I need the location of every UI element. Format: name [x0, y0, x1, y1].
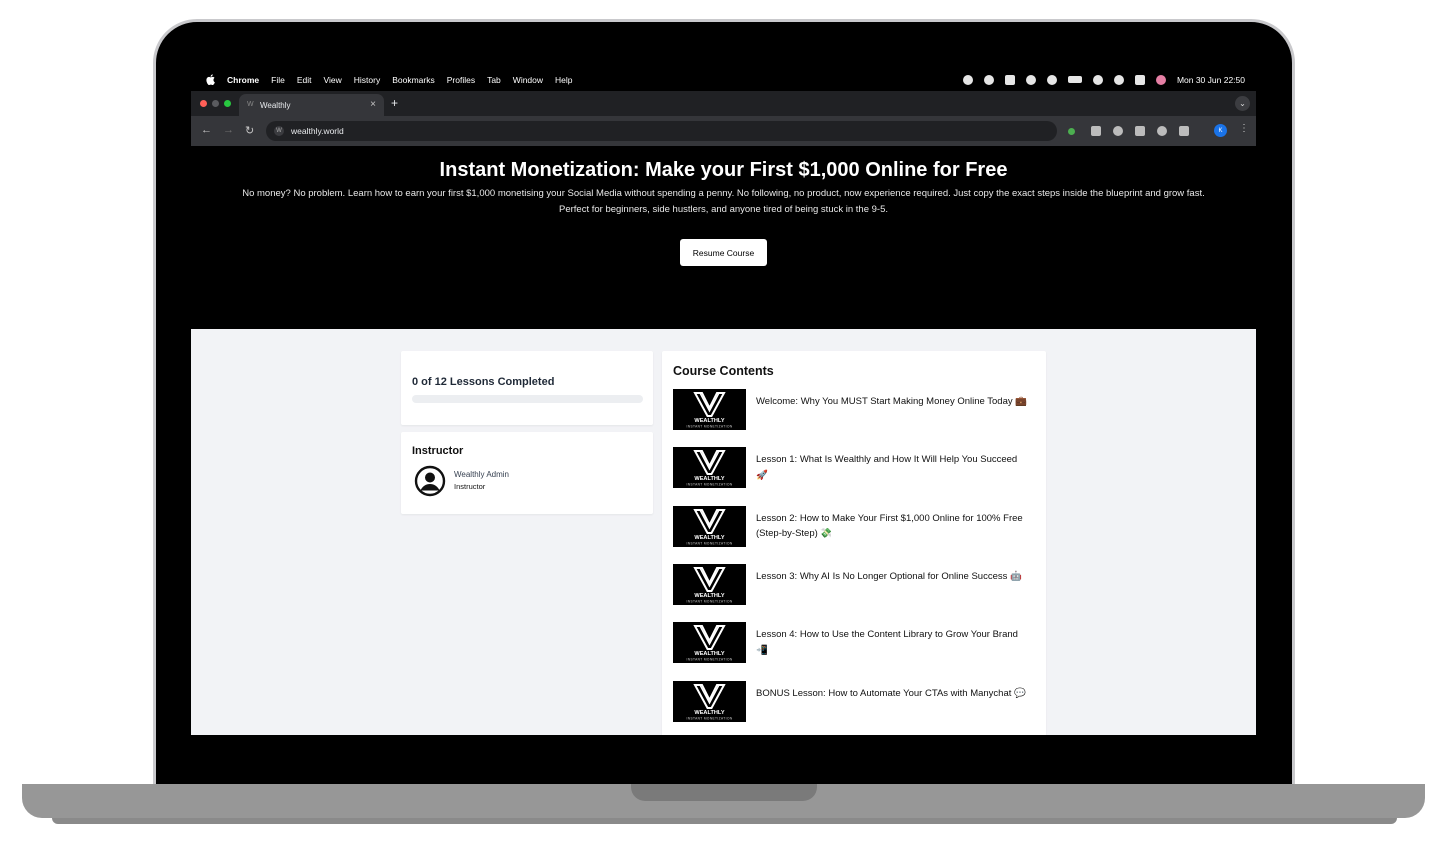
menu-app-name[interactable]: Chrome — [227, 75, 259, 85]
siri-icon[interactable] — [1155, 74, 1166, 85]
apple-icon[interactable] — [203, 73, 217, 87]
extension-icon-4[interactable] — [1135, 126, 1145, 136]
menu-profiles[interactable]: Profiles — [447, 75, 475, 85]
thumb-brand: WEALTHLY — [694, 710, 724, 716]
extension-icon-3[interactable] — [1113, 126, 1123, 136]
lesson-title[interactable]: Lesson 3: Why AI Is No Longer Optional f… — [756, 569, 1031, 585]
thumb-brand: WEALTHLY — [694, 593, 724, 599]
volume-icon[interactable] — [1004, 74, 1015, 85]
tab-search-icon[interactable]: ⌄ — [1235, 96, 1250, 111]
instructor-heading: Instructor — [412, 445, 464, 457]
laptop-notch — [631, 784, 817, 801]
course-hero: Instant Monetization: Make your First $1… — [191, 146, 1256, 329]
course-title: Instant Monetization: Make your First $1… — [439, 159, 1008, 181]
progress-label: 0 of 12 Lessons Completed — [412, 376, 555, 388]
screen: Chrome File Edit View History Bookmarks … — [191, 68, 1256, 735]
tab-title: Wealthly — [260, 100, 291, 110]
thumb-brand: WEALTHLY — [694, 476, 724, 482]
lesson-thumbnail[interactable]: WEALTHLY INSTANT MONETIZATION — [673, 505, 746, 547]
lesson-item[interactable]: WEALTHLY INSTANT MONETIZATION Lesson 1: Wh… — [673, 447, 1033, 489]
control-center-icon[interactable] — [1134, 74, 1145, 85]
grammarly-icon[interactable] — [962, 74, 973, 85]
menu-edit[interactable]: Edit — [297, 75, 312, 85]
progress-card: 0 of 12 Lessons Completed — [401, 351, 653, 425]
instructor-name[interactable]: Wealthly Admin — [454, 470, 509, 479]
window-minimize-icon[interactable] — [212, 100, 219, 107]
instructor-avatar-icon — [414, 465, 446, 497]
menu-history[interactable]: History — [354, 75, 380, 85]
thumb-subtitle: INSTANT MONETIZATION — [686, 658, 732, 662]
thumb-brand: WEALTHLY — [694, 418, 724, 424]
spotlight-icon[interactable] — [1113, 74, 1124, 85]
wealthly-favicon-icon: W — [247, 101, 254, 108]
sync-icon[interactable] — [1025, 74, 1036, 85]
address-bar[interactable]: W wealthly.world — [266, 121, 1057, 141]
browser-tab[interactable]: W Wealthly × — [239, 94, 384, 116]
course-description: No money? No problem. Learn how to earn … — [242, 188, 1205, 215]
lesson-item[interactable]: WEALTHLY INSTANT MONETIZATION Lesson 3: Wh… — [673, 563, 1033, 606]
menu-help[interactable]: Help — [555, 75, 572, 85]
arc-icon[interactable] — [983, 74, 994, 85]
lesson-thumbnail[interactable]: WEALTHLY INSTANT MONETIZATION — [673, 389, 746, 430]
lesson-item[interactable]: WEALTHLY INSTANT MONETIZATION Welcome: Why… — [673, 389, 1033, 431]
wifi-icon[interactable] — [1092, 74, 1103, 85]
status-area: Mon 30 Jun 22:50 — [962, 68, 1245, 91]
thumb-subtitle: INSTANT MONETIZATION — [686, 425, 732, 429]
tab-close-icon[interactable]: × — [370, 99, 376, 110]
new-tab-button[interactable]: + — [391, 96, 398, 110]
menu-tab[interactable]: Tab — [487, 75, 501, 85]
browser-toolbar: ← → ↻ W wealthly.world K ⋮ — [191, 116, 1256, 146]
forward-icon[interactable]: → — [223, 124, 234, 136]
course-contents-card: Course Contents WEALTHLY INSTANT MONETIZA… — [662, 351, 1046, 735]
lesson-item[interactable]: WEALTHLY INSTANT MONETIZATION Lesson 4: Ho… — [673, 622, 1033, 664]
thumb-brand: WEALTHLY — [694, 651, 724, 657]
extension-icon-1[interactable] — [1068, 128, 1075, 135]
lesson-title[interactable]: Welcome: Why You MUST Start Making Money… — [756, 394, 1031, 410]
window-close-icon[interactable] — [200, 100, 207, 107]
menu-window[interactable]: Window — [513, 75, 543, 85]
resume-course-button[interactable]: Resume Course — [680, 239, 767, 266]
thumb-subtitle: INSTANT MONETIZATION — [686, 541, 732, 545]
macos-menubar: Chrome File Edit View History Bookmarks … — [191, 68, 1256, 91]
menu-file[interactable]: File — [271, 75, 285, 85]
extensions-puzzle-icon[interactable] — [1179, 126, 1189, 136]
reload-icon[interactable]: ↻ — [245, 124, 254, 137]
lesson-title[interactable]: Lesson 1: What Is Wealthly and How It Wi… — [756, 452, 1031, 483]
extension-icon-5[interactable] — [1157, 126, 1167, 136]
profile-avatar[interactable]: K — [1214, 124, 1227, 137]
lesson-title[interactable]: Lesson 4: How to Use the Content Library… — [756, 627, 1031, 658]
menu-view[interactable]: View — [323, 75, 341, 85]
lesson-title[interactable]: BONUS Lesson: How to Automate Your CTAs … — [756, 686, 1031, 702]
thumb-subtitle: INSTANT MONETIZATION — [686, 483, 732, 487]
extension-icon-2[interactable] — [1091, 126, 1101, 136]
url-text[interactable]: wealthly.world — [291, 126, 344, 136]
course-contents-heading: Course Contents — [673, 364, 774, 378]
menu-bookmarks[interactable]: Bookmarks — [392, 75, 435, 85]
thumb-subtitle: INSTANT MONETIZATION — [686, 716, 732, 720]
menubar-clock[interactable]: Mon 30 Jun 22:50 — [1177, 75, 1245, 85]
window-zoom-icon[interactable] — [224, 100, 231, 107]
thumb-subtitle: INSTANT MONETIZATION — [686, 599, 732, 603]
battery-icon[interactable] — [1067, 76, 1082, 83]
lesson-item[interactable]: WEALTHLY INSTANT MONETIZATION Lesson 2: Ho… — [673, 505, 1033, 548]
progress-bar — [412, 395, 643, 403]
site-info-icon[interactable]: W — [274, 126, 284, 136]
instructor-role: Instructor — [454, 482, 486, 491]
instructor-card: Instructor Wealthly Admin Instructor — [401, 432, 653, 514]
thumb-brand: WEALTHLY — [694, 535, 724, 541]
chrome-menu-icon[interactable]: ⋮ — [1239, 123, 1249, 134]
play-icon[interactable] — [1046, 74, 1057, 85]
lesson-thumbnail[interactable]: WEALTHLY INSTANT MONETIZATION — [673, 447, 746, 489]
tab-strip: W Wealthly × + ⌄ — [191, 91, 1256, 116]
lesson-item[interactable]: WEALTHLY INSTANT MONETIZATION BONUS Lesson… — [673, 680, 1033, 723]
lesson-thumbnail[interactable]: WEALTHLY INSTANT MONETIZATION — [673, 563, 746, 605]
lesson-title[interactable]: Lesson 2: How to Make Your First $1,000 … — [756, 511, 1031, 542]
lesson-thumbnail[interactable]: WEALTHLY INSTANT MONETIZATION — [673, 622, 746, 664]
back-icon[interactable]: ← — [201, 124, 212, 136]
laptop-foot — [52, 818, 1397, 824]
lesson-thumbnail[interactable]: WEALTHLY INSTANT MONETIZATION — [673, 680, 746, 722]
